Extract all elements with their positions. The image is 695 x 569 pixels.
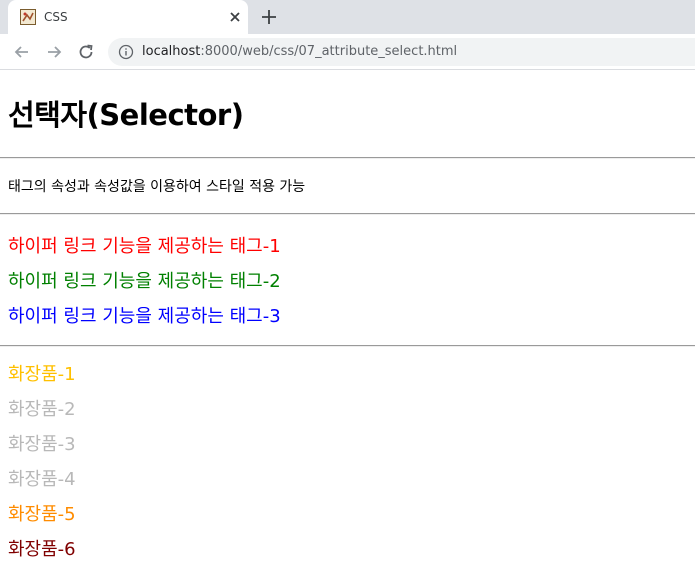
url-path: :8000/web/css/07_attribute_select.html xyxy=(200,44,458,59)
divider xyxy=(0,213,695,215)
hyperlink-2[interactable]: 하이퍼 링크 기능을 제공하는 태그-2 xyxy=(8,264,695,299)
page-title: 선택자(Selector) xyxy=(8,98,244,132)
product-item-3: 화장품-3 xyxy=(8,434,76,455)
address-bar[interactable]: localhost:8000/web/css/07_attribute_sele… xyxy=(108,38,695,66)
link-list: 하이퍼 링크 기능을 제공하는 태그-1 하이퍼 링크 기능을 제공하는 태그-… xyxy=(8,229,695,334)
description-text: 태그의 속성과 속성값을 이용하여 스타일 적용 가능 xyxy=(8,179,306,195)
hyperlink-3[interactable]: 하이퍼 링크 기능을 제공하는 태그-3 xyxy=(8,299,695,334)
url-host: localhost xyxy=(142,44,201,59)
page-content: 선택자(Selector) 태그의 속성과 속성값을 이용하여 스타일 적용 가… xyxy=(0,71,695,567)
hyperlink-1[interactable]: 하이퍼 링크 기능을 제공하는 태그-1 xyxy=(8,229,695,264)
favicon-icon xyxy=(20,9,36,25)
url-text[interactable]: localhost:8000/web/css/07_attribute_sele… xyxy=(142,44,457,60)
forward-arrow-icon[interactable] xyxy=(44,42,64,62)
browser-toolbar: localhost:8000/web/css/07_attribute_sele… xyxy=(0,34,695,70)
info-icon[interactable] xyxy=(118,44,134,60)
product-item-1: 화장품-1 xyxy=(8,364,76,385)
product-item-2: 화장품-2 xyxy=(8,399,76,420)
browser-tab[interactable]: CSS xyxy=(8,0,248,34)
new-tab-icon[interactable] xyxy=(258,6,280,28)
tab-strip: CSS xyxy=(0,0,695,34)
product-item-5: 화장품-5 xyxy=(8,504,76,525)
product-item-6: 화장품-6 xyxy=(8,539,76,560)
back-arrow-icon[interactable] xyxy=(12,42,32,62)
tab-title: CSS xyxy=(44,10,68,24)
close-icon[interactable] xyxy=(226,8,244,26)
divider xyxy=(0,157,695,159)
product-item-4: 화장품-4 xyxy=(8,469,76,490)
reload-icon[interactable] xyxy=(76,42,96,62)
product-list: 화장품-1 화장품-2 화장품-3 화장품-4 화장품-5 화장품-6 xyxy=(8,357,695,567)
divider xyxy=(0,345,695,347)
